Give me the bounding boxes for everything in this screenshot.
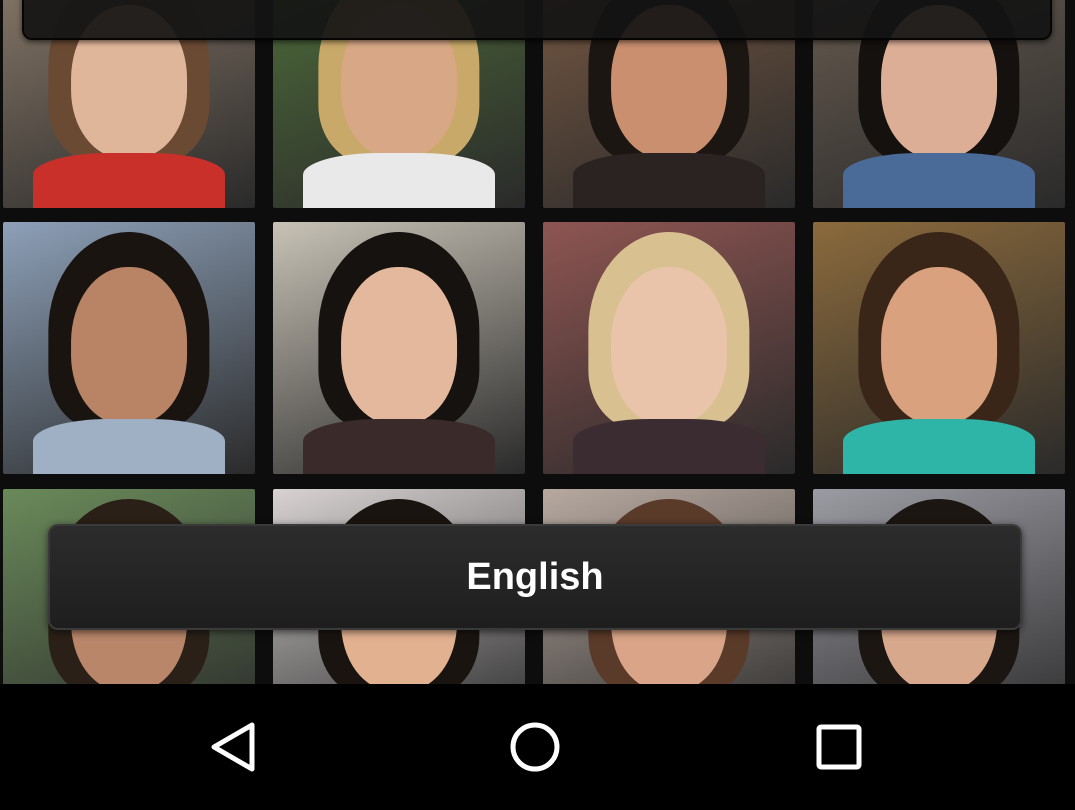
- recents-button[interactable]: [804, 714, 874, 780]
- language-button-label: English: [466, 555, 604, 598]
- profile-photo[interactable]: [813, 222, 1065, 474]
- home-button[interactable]: [500, 714, 570, 780]
- photo-face: [611, 267, 727, 424]
- profile-photo[interactable]: [273, 222, 525, 474]
- recents-square-icon: [816, 724, 862, 770]
- photo-shirt: [573, 418, 765, 474]
- photo-shirt: [33, 153, 225, 208]
- photo-shirt: [303, 153, 495, 208]
- photo-shirt: [843, 153, 1035, 208]
- profile-photo[interactable]: [543, 222, 795, 474]
- navigation-bar: [0, 684, 1075, 810]
- photo-face: [881, 267, 997, 424]
- back-triangle-icon: [211, 722, 255, 772]
- photo-shirt: [303, 418, 495, 474]
- photo-shirt: [33, 418, 225, 474]
- language-button[interactable]: English: [48, 524, 1022, 630]
- back-button[interactable]: [198, 714, 268, 780]
- photo-shirt: [843, 418, 1035, 474]
- top-dialog-bar: [22, 0, 1052, 40]
- photo-face: [341, 267, 457, 424]
- profile-photo[interactable]: [3, 222, 255, 474]
- photo-shirt: [573, 153, 765, 208]
- home-circle-icon: [510, 722, 560, 772]
- photo-face: [71, 267, 187, 424]
